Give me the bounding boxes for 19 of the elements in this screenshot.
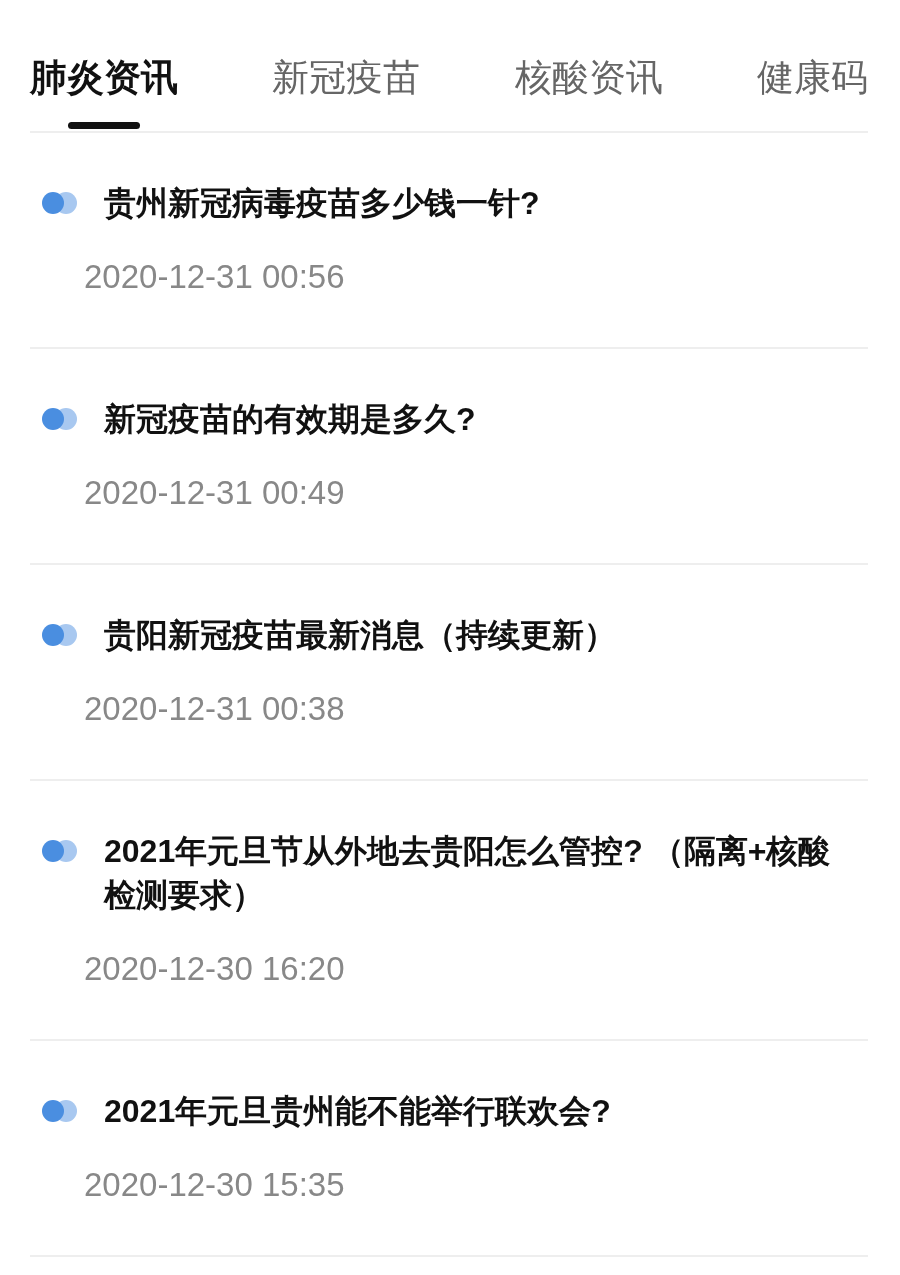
bullet-icon bbox=[42, 408, 78, 430]
bullet-icon bbox=[42, 1100, 78, 1122]
article-title[interactable]: 贵州新冠病毒疫苗多少钱一针? bbox=[104, 181, 868, 225]
article-time: 2020-12-31 00:49 bbox=[84, 473, 346, 513]
article-time: 2020-12-30 16:20 bbox=[84, 949, 346, 989]
bullet-icon bbox=[42, 624, 78, 646]
article-time: 2020-12-31 00:56 bbox=[84, 257, 346, 297]
article-time: 2020-12-30 15:35 bbox=[84, 1165, 346, 1205]
article-title[interactable]: 新冠疫苗的有效期是多久? bbox=[104, 397, 868, 441]
article-time: 2020-12-31 00:38 bbox=[84, 689, 346, 729]
tab[interactable]: 新冠疫苗 bbox=[272, 54, 421, 131]
article-title[interactable]: 贵阳新冠疫苗最新消息（持续更新） bbox=[104, 613, 868, 657]
bullet-icon bbox=[42, 192, 78, 214]
tab[interactable]: 肺炎资讯 bbox=[30, 54, 178, 131]
bullet-icon bbox=[42, 840, 78, 862]
article-title[interactable]: 2021年元旦贵州能不能举行联欢会? bbox=[104, 1089, 868, 1133]
tab[interactable]: 核酸资讯 bbox=[514, 54, 663, 131]
article-title[interactable]: 2021年元旦节从外地去贵阳怎么管控? （隔离+核酸检测要求） bbox=[104, 829, 868, 917]
tab[interactable]: 健康码 bbox=[757, 54, 868, 131]
